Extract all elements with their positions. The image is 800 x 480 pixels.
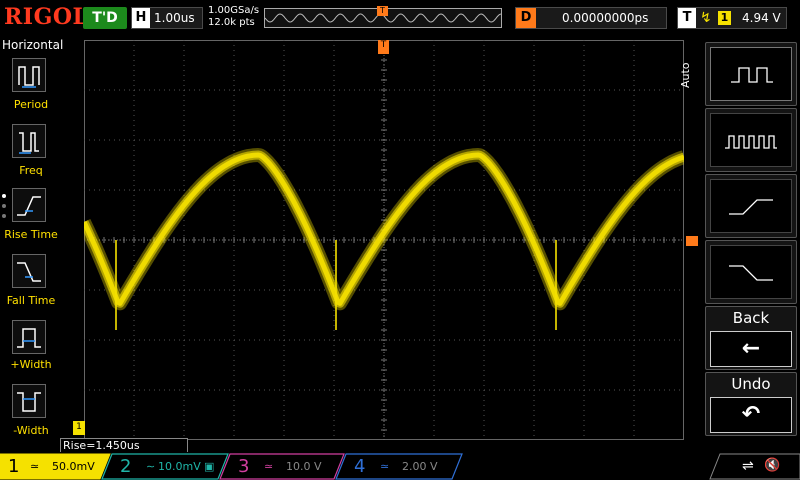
back-button[interactable]: Back ←	[705, 306, 797, 370]
rise-time-label: Rise Time	[4, 228, 58, 241]
channel-4-coupling-icon: ≃	[380, 460, 390, 473]
channel-1-coupling-icon: ≃	[30, 460, 40, 473]
negative-width-icon	[17, 392, 41, 412]
top-status-bar: RIGOL T'D H 1.00us 1.00GSa/s 12.0k pts T…	[0, 0, 800, 36]
timebase-display[interactable]: H 1.00us	[131, 7, 203, 29]
single-pulse-icon	[731, 67, 773, 83]
timebase-value: 1.00us	[154, 11, 195, 25]
falling-edge-icon	[729, 265, 773, 281]
channel-4-number: 4	[354, 456, 366, 477]
multi-pulse-button[interactable]	[705, 108, 797, 172]
channel-3-number: 3	[238, 456, 250, 477]
period-button[interactable]	[12, 58, 46, 92]
freq-button[interactable]	[12, 124, 46, 158]
horizontal-delay-display[interactable]: D 0.00000000ps	[515, 7, 667, 29]
edge-trigger-icon: ↯	[700, 10, 712, 26]
channel-status-bar: 1 ≃ 50.0mV 2 ∼ 10.0mV ▣ 3 ≃ 10.0 V 4 ≃ 2…	[0, 452, 800, 480]
period-icon	[18, 66, 40, 88]
rising-edge-icon	[729, 199, 773, 215]
channel-1-number: 1	[8, 455, 20, 479]
undo-button[interactable]: Undo ↶	[705, 372, 797, 436]
delay-key: D	[516, 8, 536, 28]
status-icons: ⇌ 🔇	[700, 452, 800, 480]
rise-time-icon	[17, 196, 41, 216]
trigger-time-marker[interactable]: T	[378, 40, 389, 54]
channel-2-number: 2	[120, 456, 132, 477]
fall-time-icon	[17, 262, 41, 282]
back-label: Back	[732, 309, 770, 327]
arrow-left-icon: ←	[710, 331, 792, 367]
channel-1-scale: 50.0mV	[52, 460, 95, 473]
acquisition-info: 1.00GSa/s 12.0k pts	[208, 5, 259, 29]
trigger-position-marker: T	[377, 6, 388, 16]
trigger-level: 4.94 V	[742, 11, 781, 25]
memory-depth: 12.0k pts	[208, 17, 255, 28]
positive-width-icon	[17, 328, 41, 348]
channel-4-scale: 2.00 V	[402, 460, 438, 473]
trigger-key: T	[678, 8, 696, 28]
channel-2-bandwidth-icon: ▣	[204, 460, 215, 473]
channel-1-tab[interactable]: 1 ≃ 50.0mV	[0, 455, 110, 479]
waveform-display[interactable]	[84, 40, 684, 440]
channel-3-coupling-icon: ≃	[264, 460, 274, 473]
channel-3-scale: 10.0 V	[286, 460, 322, 473]
rise-time-measurement: Rise=1.450us	[60, 438, 188, 453]
sound-muted-icon: 🔇	[764, 458, 781, 473]
freq-label: Freq	[19, 164, 43, 177]
rise-time-button[interactable]	[12, 188, 46, 222]
period-label: Period	[13, 98, 49, 111]
negative-width-label: -Width	[13, 424, 49, 437]
left-measure-menu: Horizontal Period Freq Rise Time Fall Ti…	[0, 36, 64, 440]
trigger-display[interactable]: T ↯ 1 4.94 V	[677, 7, 787, 29]
rigol-logo: RIGOL	[4, 4, 89, 30]
undo-icon: ↶	[710, 397, 792, 433]
freq-icon	[19, 132, 39, 154]
timebase-key: H	[132, 8, 150, 28]
fall-time-button[interactable]	[12, 254, 46, 288]
channel-3-tab[interactable]: 3 ≃ 10.0 V	[230, 455, 344, 479]
falling-edge-button[interactable]	[705, 240, 797, 304]
trigger-source-badge: 1	[718, 11, 731, 25]
fall-time-label: Fall Time	[6, 294, 56, 307]
channel-2-coupling-icon: ∼	[146, 460, 156, 473]
sample-rate: 1.00GSa/s	[208, 5, 260, 16]
positive-width-label: +Width	[10, 358, 52, 371]
negative-width-button[interactable]	[12, 384, 46, 418]
channel-2-tab[interactable]: 2 ∼ 10.0mV ▣	[112, 455, 228, 479]
delay-value: 0.00000000ps	[562, 11, 649, 25]
trigger-level-marker[interactable]	[686, 236, 698, 246]
ch1-ground-marker[interactable]: 1	[73, 421, 85, 435]
menu-page-indicator	[2, 194, 6, 224]
undo-label: Undo	[731, 375, 771, 393]
rising-edge-button[interactable]	[705, 174, 797, 238]
run-status-badge[interactable]: T'D	[83, 7, 127, 29]
single-pulse-button[interactable]	[705, 42, 797, 106]
usb-icon: ⇌	[742, 458, 754, 474]
multi-pulse-icon	[725, 135, 777, 149]
channel-4-tab[interactable]: 4 ≃ 2.00 V	[346, 455, 462, 479]
channel-2-scale: 10.0mV	[158, 460, 201, 473]
left-menu-title: Horizontal	[2, 38, 64, 52]
positive-width-button[interactable]	[12, 320, 46, 354]
